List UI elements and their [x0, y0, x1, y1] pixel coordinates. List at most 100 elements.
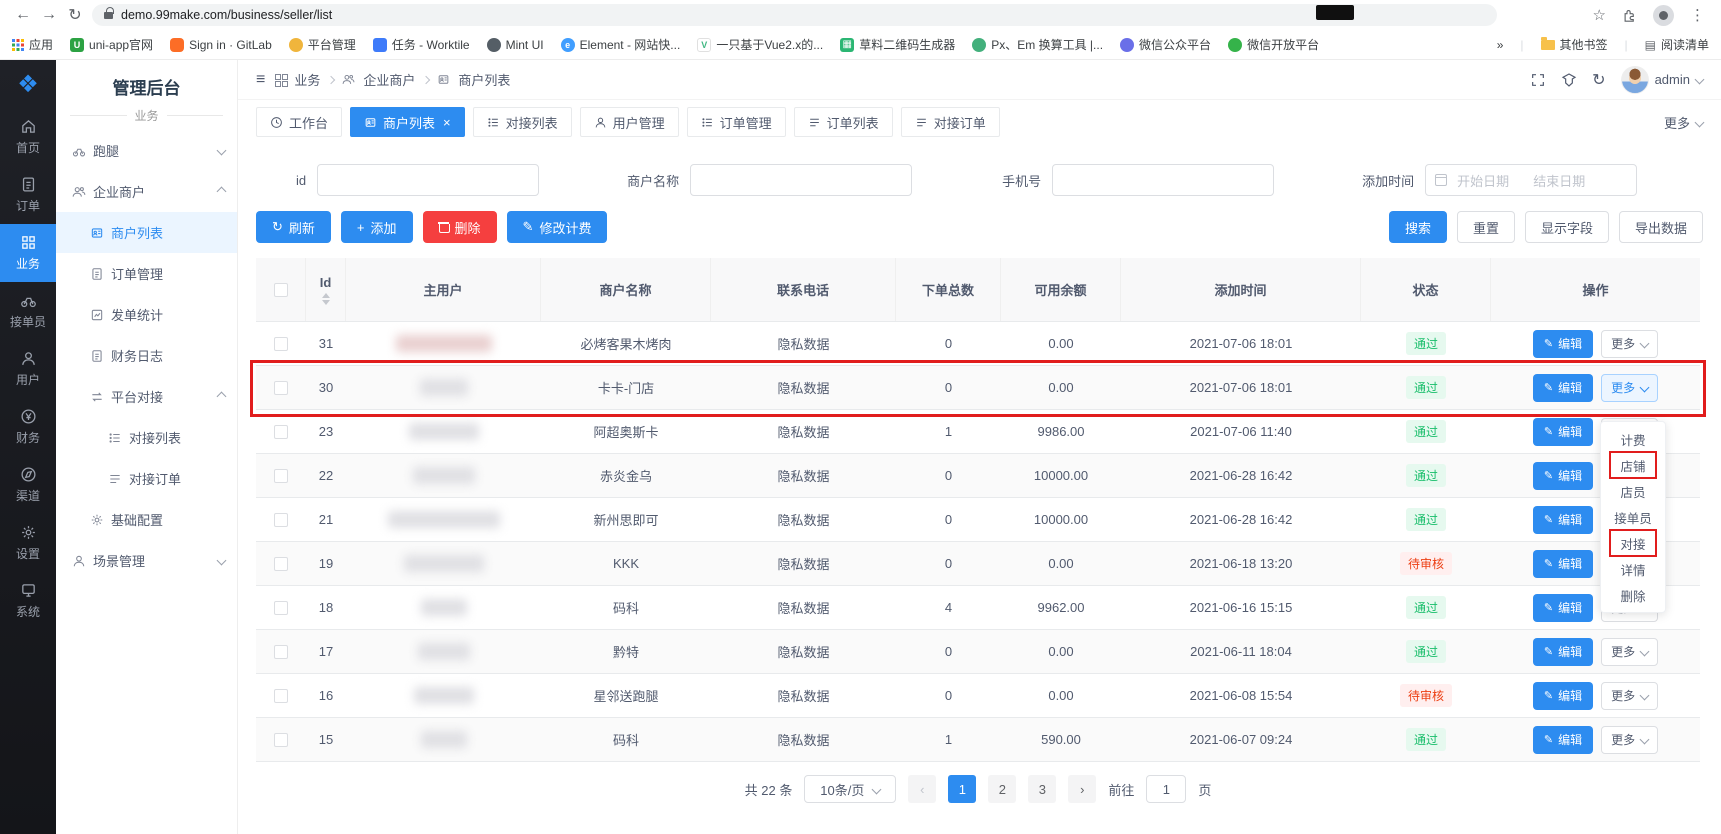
- row-checkbox[interactable]: [274, 337, 288, 351]
- sidebar-item-dispatch-stats[interactable]: 发单统计: [56, 294, 237, 335]
- bookmark-apps[interactable]: 应用: [12, 36, 53, 53]
- rail-item-channels[interactable]: 渠道: [0, 456, 56, 514]
- edit-button[interactable]: ✎编辑: [1533, 682, 1593, 710]
- add-button[interactable]: +添加: [341, 211, 413, 243]
- edit-button[interactable]: ✎编辑: [1533, 638, 1593, 666]
- column-id[interactable]: Id: [306, 258, 346, 321]
- row-checkbox[interactable]: [274, 557, 288, 571]
- app-logo[interactable]: ❖: [0, 60, 56, 108]
- bookmark-item[interactable]: Sign in · GitLab: [170, 38, 272, 52]
- rail-item-business[interactable]: 业务: [0, 224, 56, 282]
- bookmark-item[interactable]: Px、Em 换算工具 |...: [972, 36, 1103, 53]
- tab-connect-orders[interactable]: 对接订单: [901, 107, 1000, 137]
- sidebar-item-scene-management[interactable]: 场景管理: [56, 540, 237, 581]
- sidebar-item-connect-orders[interactable]: 对接订单: [56, 458, 237, 499]
- tab-order-list[interactable]: 订单列表: [794, 107, 893, 137]
- page-button-2[interactable]: 2: [988, 775, 1016, 803]
- other-bookmarks[interactable]: 其他书签: [1541, 36, 1608, 53]
- row-checkbox[interactable]: [274, 733, 288, 747]
- bookmark-star-icon[interactable]: ☆: [1593, 6, 1606, 24]
- bookmark-item[interactable]: 微信开放平台: [1228, 36, 1319, 53]
- id-input[interactable]: [317, 164, 539, 196]
- row-checkbox[interactable]: [274, 513, 288, 527]
- bookmark-item[interactable]: Mint UI: [487, 38, 544, 52]
- refresh-icon[interactable]: ↻: [1592, 70, 1605, 90]
- dropdown-item-connect[interactable]: 对接: [1601, 530, 1665, 556]
- edit-button[interactable]: ✎编辑: [1533, 330, 1593, 358]
- edit-button[interactable]: ✎编辑: [1533, 726, 1593, 754]
- export-button[interactable]: 导出数据: [1619, 211, 1703, 243]
- dropdown-item-details[interactable]: 详情: [1601, 556, 1665, 582]
- select-all-checkbox[interactable]: [274, 283, 288, 297]
- dropdown-item-courier[interactable]: 接单员: [1601, 504, 1665, 530]
- end-date-placeholder[interactable]: 结束日期: [1533, 171, 1585, 190]
- collapse-menu-icon[interactable]: ≡: [256, 71, 265, 89]
- row-checkbox[interactable]: [274, 425, 288, 439]
- rail-item-system[interactable]: 系统: [0, 572, 56, 630]
- row-checkbox[interactable]: [274, 601, 288, 615]
- dropdown-item-billing[interactable]: 计费: [1601, 426, 1665, 452]
- sidebar-item-base-config[interactable]: 基础配置: [56, 499, 237, 540]
- breadcrumb-enterprise-merchant[interactable]: 企业商户: [363, 70, 415, 89]
- sidebar-item-connect-list[interactable]: 对接列表: [56, 417, 237, 458]
- bookmark-item[interactable]: eElement - 网站快...: [561, 36, 681, 53]
- more-button[interactable]: 更多: [1601, 330, 1658, 358]
- phone-input[interactable]: [1052, 164, 1274, 196]
- page-button-3[interactable]: 3: [1028, 775, 1056, 803]
- page-size-select[interactable]: 10条/页: [804, 775, 896, 803]
- back-icon[interactable]: ←: [10, 6, 36, 24]
- rail-item-finance[interactable]: 财务: [0, 398, 56, 456]
- tab-workbench[interactable]: 工作台: [256, 107, 342, 137]
- row-checkbox[interactable]: [274, 381, 288, 395]
- row-checkbox[interactable]: [274, 645, 288, 659]
- tabs-more-button[interactable]: 更多: [1664, 113, 1703, 132]
- start-date-placeholder[interactable]: 开始日期: [1457, 171, 1509, 190]
- reload-icon[interactable]: ↻: [62, 5, 88, 25]
- edit-button[interactable]: ✎编辑: [1533, 594, 1593, 622]
- browser-menu-icon[interactable]: ⋮: [1690, 6, 1705, 24]
- bookmark-item[interactable]: 任务 - Worktile: [373, 36, 470, 53]
- rail-item-couriers[interactable]: 接单员: [0, 282, 56, 340]
- search-button[interactable]: 搜索: [1389, 211, 1447, 243]
- row-checkbox[interactable]: [274, 469, 288, 483]
- sidebar-item-platform-connect[interactable]: 平台对接: [56, 376, 237, 417]
- goto-page-input[interactable]: [1146, 775, 1186, 803]
- sidebar-item-paotui[interactable]: 跑腿: [56, 130, 237, 171]
- address-bar[interactable]: demo.99make.com/business/seller/list: [92, 4, 1497, 26]
- reading-list[interactable]: ▤阅读清单: [1645, 36, 1709, 53]
- page-button-1[interactable]: 1: [948, 775, 976, 803]
- bookmark-item[interactable]: ▦草料二维码生成器: [840, 36, 955, 53]
- bookmark-item[interactable]: 微信公众平台: [1120, 36, 1211, 53]
- tab-order-management[interactable]: 订单管理: [687, 107, 786, 137]
- sort-icons[interactable]: [322, 293, 330, 305]
- edit-button[interactable]: ✎编辑: [1533, 506, 1593, 534]
- breadcrumb-business[interactable]: 业务: [294, 70, 320, 89]
- row-checkbox[interactable]: [274, 689, 288, 703]
- bookmark-item[interactable]: V一只基于Vue2.x的...: [697, 36, 823, 53]
- prev-page-button[interactable]: ‹: [908, 775, 936, 803]
- tab-user-management[interactable]: 用户管理: [580, 107, 679, 137]
- date-range-picker[interactable]: 开始日期 结束日期: [1425, 164, 1637, 196]
- bookmark-item[interactable]: Uuni-app官网: [70, 36, 153, 53]
- forward-icon[interactable]: →: [36, 6, 62, 24]
- next-page-button[interactable]: ›: [1068, 775, 1096, 803]
- rail-item-users[interactable]: 用户: [0, 340, 56, 398]
- sidebar-item-order-management[interactable]: 订单管理: [56, 253, 237, 294]
- dropdown-item-shop[interactable]: 店铺: [1601, 452, 1665, 478]
- refresh-button[interactable]: ↻刷新: [256, 211, 331, 243]
- sidebar-item-enterprise-merchant[interactable]: 企业商户: [56, 171, 237, 212]
- rail-item-home[interactable]: 首页: [0, 108, 56, 166]
- edit-button[interactable]: ✎编辑: [1533, 550, 1593, 578]
- dropdown-item-clerk[interactable]: 店员: [1601, 478, 1665, 504]
- edit-button[interactable]: ✎编辑: [1533, 374, 1593, 402]
- bookmark-item[interactable]: 平台管理: [289, 36, 356, 53]
- delete-button[interactable]: 删除: [423, 211, 497, 243]
- bookmarks-overflow-icon[interactable]: »: [1497, 38, 1504, 52]
- merchant-name-input[interactable]: [690, 164, 912, 196]
- rail-item-orders[interactable]: 订单: [0, 166, 56, 224]
- fullscreen-icon[interactable]: [1530, 72, 1546, 88]
- edit-billing-button[interactable]: ✎修改计费: [507, 211, 608, 243]
- breadcrumb-merchant-list[interactable]: 商户列表: [458, 70, 510, 89]
- sidebar-item-merchant-list[interactable]: 商户列表: [56, 212, 237, 253]
- tab-merchant-list[interactable]: 商户列表×: [350, 107, 465, 137]
